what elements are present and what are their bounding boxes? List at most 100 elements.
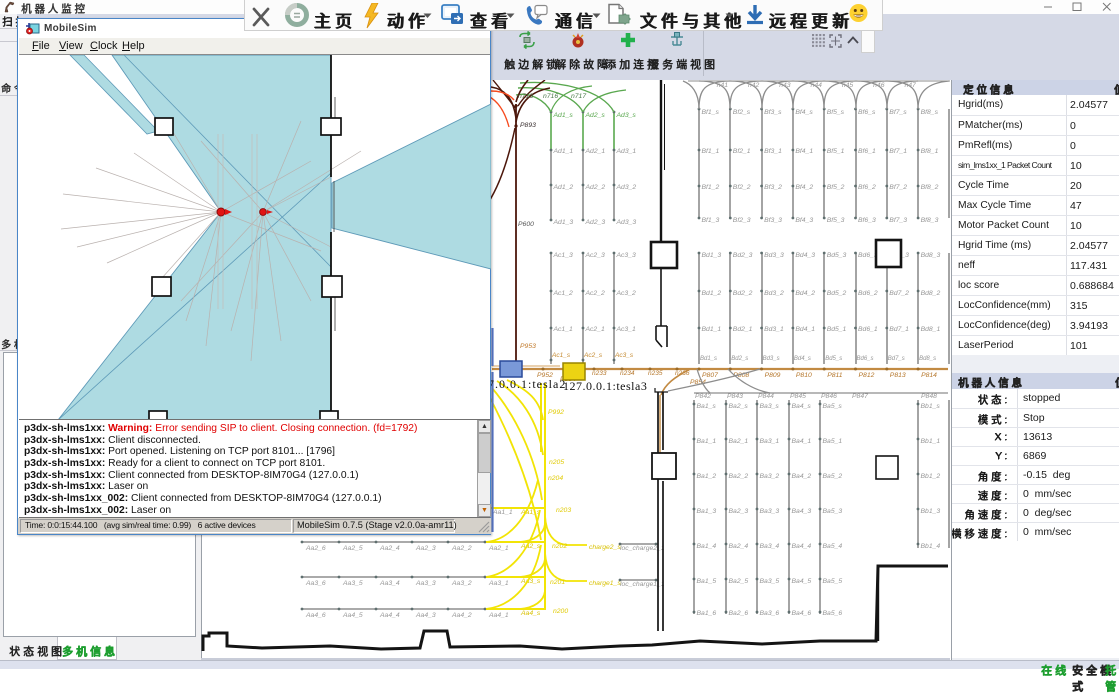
svg-text:Ba4_1: Ba4_1 bbox=[792, 438, 812, 445]
svg-text:Aa4_4: Aa4_4 bbox=[379, 612, 400, 619]
svg-text:Bf7_1: Bf7_1 bbox=[889, 148, 907, 155]
svg-text:Ba5_6: Ba5_6 bbox=[823, 610, 843, 617]
svg-text:Aa3_2: Aa3_2 bbox=[451, 580, 472, 587]
svg-text:n201: n201 bbox=[550, 579, 565, 586]
svg-text:Bf2_2: Bf2_2 bbox=[733, 184, 751, 191]
svg-text:Aa4_1: Aa4_1 bbox=[488, 612, 509, 619]
svg-text:Bf5_3: Bf5_3 bbox=[827, 217, 845, 224]
svg-text:Ba1_3: Ba1_3 bbox=[697, 508, 717, 515]
svg-text:Aa1_1: Aa1_1 bbox=[492, 509, 513, 516]
svg-text:Ac1_s: Ac1_s bbox=[551, 352, 571, 359]
svg-text:Bd1_s: Bd1_s bbox=[700, 356, 717, 362]
svg-text:n204: n204 bbox=[548, 475, 563, 482]
svg-text:Ba5_5: Ba5_5 bbox=[823, 578, 843, 585]
svg-text:n713: n713 bbox=[518, 93, 533, 100]
svg-text:Aa3_4: Aa3_4 bbox=[379, 580, 400, 587]
svg-text:Bd4_1: Bd4_1 bbox=[795, 326, 815, 333]
svg-text:Bf7_2: Bf7_2 bbox=[889, 184, 907, 191]
svg-text:Aa4_3: Aa4_3 bbox=[415, 612, 436, 619]
svg-text:P842: P842 bbox=[695, 393, 711, 400]
svg-text:Bf1_3: Bf1_3 bbox=[702, 217, 720, 224]
svg-text:Ba1_6: Ba1_6 bbox=[697, 610, 717, 617]
svg-text:Bd2_2: Bd2_2 bbox=[733, 290, 753, 297]
svg-text:n716: n716 bbox=[543, 93, 558, 100]
svg-text:Bb1_2: Bb1_2 bbox=[921, 473, 941, 480]
svg-text:Ba3_3: Ba3_3 bbox=[760, 508, 780, 515]
svg-text:Bd2_s: Bd2_s bbox=[731, 356, 748, 362]
svg-text:P812: P812 bbox=[859, 372, 875, 379]
svg-text:Aa3_6: Aa3_6 bbox=[305, 580, 326, 587]
svg-text:Ba4_s: Ba4_s bbox=[792, 403, 812, 410]
svg-text:Bd1_1: Bd1_1 bbox=[702, 326, 722, 333]
svg-text:P813: P813 bbox=[890, 372, 906, 379]
svg-text:n46: n46 bbox=[873, 82, 885, 89]
svg-text:Ad1_2: Ad1_2 bbox=[553, 184, 574, 191]
svg-text:Ac2_3: Ac2_3 bbox=[585, 252, 605, 259]
svg-text:Aa4_5: Aa4_5 bbox=[342, 612, 363, 619]
svg-text:n200: n200 bbox=[553, 608, 568, 615]
svg-text:Aa3_s: Aa3_s bbox=[520, 578, 541, 585]
svg-text:Bd6_2: Bd6_2 bbox=[858, 290, 878, 297]
svg-text:Aa2_3: Aa2_3 bbox=[415, 545, 436, 552]
svg-text:Bf4_3: Bf4_3 bbox=[795, 217, 813, 224]
svg-text:Ba5_1: Ba5_1 bbox=[823, 438, 843, 445]
svg-text:Ba3_1: Ba3_1 bbox=[760, 438, 780, 445]
svg-text:Bb1_4: Bb1_4 bbox=[921, 543, 941, 550]
svg-text:Bf3_1: Bf3_1 bbox=[764, 148, 782, 155]
svg-text:Ad3_s: Ad3_s bbox=[616, 112, 637, 119]
svg-text:Ad2_3: Ad2_3 bbox=[585, 219, 606, 226]
svg-text:Bf6_s: Bf6_s bbox=[858, 109, 876, 116]
svg-text:Ac3_s: Ac3_s bbox=[614, 352, 634, 359]
svg-text:Ba5_4: Ba5_4 bbox=[823, 543, 843, 550]
svg-text:Bd6_1: Bd6_1 bbox=[858, 326, 878, 333]
svg-text:Ba4_2: Ba4_2 bbox=[792, 473, 812, 480]
svg-text:Aa3_1: Aa3_1 bbox=[488, 580, 509, 587]
svg-text:Ba3_6: Ba3_6 bbox=[760, 610, 780, 617]
svg-text:P992: P992 bbox=[548, 409, 564, 416]
svg-text:Ad1_s: Ad1_s bbox=[553, 112, 574, 119]
svg-text:n717: n717 bbox=[571, 93, 586, 100]
svg-text:Aa4_s: Aa4_s bbox=[520, 610, 541, 617]
svg-text:Ba1_1: Ba1_1 bbox=[697, 438, 717, 445]
svg-text:n234: n234 bbox=[620, 370, 635, 377]
svg-text:n45: n45 bbox=[842, 82, 854, 89]
svg-text:P600: P600 bbox=[518, 221, 534, 228]
svg-text:Ac3_3: Ac3_3 bbox=[616, 252, 636, 259]
svg-text:Ac3_1: Ac3_1 bbox=[616, 326, 636, 333]
svg-text:P843: P843 bbox=[727, 393, 743, 400]
svg-text:n43: n43 bbox=[779, 82, 791, 89]
svg-text:Aa3_5: Aa3_5 bbox=[342, 580, 363, 587]
svg-text:P809: P809 bbox=[765, 372, 781, 379]
svg-text:Ba2_6: Ba2_6 bbox=[729, 610, 749, 617]
svg-text:Ba5_2: Ba5_2 bbox=[823, 473, 843, 480]
svg-text:Bd1_3: Bd1_3 bbox=[702, 252, 722, 259]
svg-text:Ac1_3: Ac1_3 bbox=[553, 252, 573, 259]
svg-text:n44: n44 bbox=[811, 82, 823, 89]
svg-text:Bd3_2: Bd3_2 bbox=[764, 290, 784, 297]
svg-text:Bd5_1: Bd5_1 bbox=[827, 326, 847, 333]
svg-text:Ac1_2: Ac1_2 bbox=[553, 290, 573, 297]
svg-text:Ba4_4: Ba4_4 bbox=[792, 543, 812, 550]
svg-text:Ba1_4: Ba1_4 bbox=[697, 543, 717, 550]
svg-text:Ba5_s: Ba5_s bbox=[823, 403, 843, 410]
svg-text:n235: n235 bbox=[648, 370, 663, 377]
svg-text:Bf4_2: Bf4_2 bbox=[795, 184, 813, 191]
svg-text:n205: n205 bbox=[549, 459, 564, 466]
svg-text:Ba4_6: Ba4_6 bbox=[792, 610, 812, 617]
svg-text:Ac2_2: Ac2_2 bbox=[585, 290, 605, 297]
svg-text:7.0.0.1:tesla2: 7.0.0.1:tesla2 bbox=[488, 377, 566, 391]
svg-text:Ba2_1: Ba2_1 bbox=[729, 438, 749, 445]
svg-text:Bf8_1: Bf8_1 bbox=[921, 148, 939, 155]
svg-text:P848: P848 bbox=[921, 393, 937, 400]
svg-text:Aa4_2: Aa4_2 bbox=[451, 612, 472, 619]
svg-text:Bf1_1: Bf1_1 bbox=[702, 148, 720, 155]
svg-text:Ac2_1: Ac2_1 bbox=[585, 326, 605, 333]
svg-text:Bd1_2: Bd1_2 bbox=[702, 290, 722, 297]
svg-text:Bf2_1: Bf2_1 bbox=[733, 148, 751, 155]
svg-text:Bf5_s: Bf5_s bbox=[827, 109, 845, 116]
svg-text:Ac3_2: Ac3_2 bbox=[616, 290, 636, 297]
svg-text:Bd6_s: Bd6_s bbox=[857, 356, 874, 362]
svg-text:Bd5_2: Bd5_2 bbox=[827, 290, 847, 297]
svg-text:Bd8_1: Bd8_1 bbox=[921, 326, 941, 333]
svg-text:Bf1_2: Bf1_2 bbox=[702, 184, 720, 191]
